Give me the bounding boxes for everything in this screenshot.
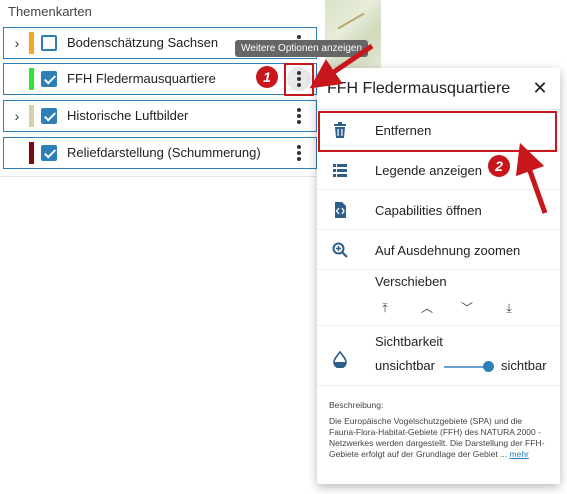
layer-label: Historische Luftbilder — [67, 108, 189, 123]
capabilities-label: Capabilities öffnen — [375, 203, 482, 218]
move-label: Verschieben — [375, 274, 447, 289]
layer-description: Beschreibung: Die Europäische Vogelschut… — [329, 400, 551, 460]
invisible-label: unsichtbar — [375, 358, 435, 373]
zoom-in-icon — [331, 241, 349, 259]
layer-row-relief[interactable]: Reliefdarstellung (Schummerung) — [3, 137, 317, 169]
visibility-label: Sichtbarkeit — [375, 334, 443, 349]
open-capabilities-button[interactable]: Capabilities öffnen — [317, 190, 560, 230]
legend-label: Legende anzeigen — [375, 163, 482, 178]
list-icon — [331, 161, 349, 179]
move-to-bottom-icon[interactable]: ⤓ — [499, 298, 519, 318]
panel-title: Themenkarten — [8, 4, 92, 19]
more-options-tooltip: Weitere Optionen anzeigen — [235, 40, 369, 57]
layer-visibility-checkbox[interactable] — [41, 71, 57, 87]
layer-label: FFH Fledermausquartiere — [67, 71, 216, 86]
layer-visibility-checkbox[interactable] — [41, 108, 57, 124]
visible-label: sichtbar — [501, 358, 547, 373]
zoom-label: Auf Ausdehnung zoomen — [375, 243, 521, 258]
opacity-slider-thumb[interactable] — [483, 361, 494, 372]
zoom-to-extent-button[interactable]: Auf Ausdehnung zoomen — [317, 230, 560, 270]
layer-color-indicator — [29, 105, 34, 127]
description-title: Beschreibung: — [329, 400, 384, 410]
expand-chevron-icon[interactable]: › — [10, 34, 24, 52]
move-section: Verschieben ⤒ ︿ ﹀ ⤓ — [317, 268, 560, 326]
step-badge-2: 2 — [488, 155, 510, 177]
menu-header: FFH Fledermausquartiere ✕ — [317, 68, 560, 110]
highlight-more-options — [284, 63, 314, 96]
more-options-icon[interactable] — [290, 142, 308, 164]
layer-label: Reliefdarstellung (Schummerung) — [67, 145, 261, 160]
layer-color-indicator — [29, 142, 34, 164]
step-badge-1: 1 — [256, 66, 278, 88]
layer-color-indicator — [29, 32, 34, 54]
code-file-icon — [331, 201, 349, 219]
layer-label: Bodenschätzung Sachsen — [67, 35, 219, 50]
move-down-icon[interactable]: ﹀ — [457, 298, 477, 318]
close-icon[interactable]: ✕ — [532, 79, 548, 97]
layer-panel: Themenkarten › Bodenschätzung Sachsen FF… — [0, 0, 326, 177]
move-to-top-icon[interactable]: ⤒ — [375, 298, 395, 318]
opacity-drop-icon — [331, 350, 349, 369]
show-legend-button[interactable]: Legende anzeigen — [317, 150, 560, 190]
visibility-section: Sichtbarkeit unsichtbar sichtbar — [317, 326, 560, 386]
highlight-remove — [318, 111, 557, 152]
layer-visibility-checkbox[interactable] — [41, 145, 57, 161]
more-link[interactable]: mehr — [510, 449, 529, 459]
menu-title: FFH Fledermausquartiere — [327, 80, 511, 97]
layer-row-luftbilder[interactable]: › Historische Luftbilder — [3, 100, 317, 132]
more-options-icon[interactable] — [290, 105, 308, 127]
move-up-icon[interactable]: ︿ — [417, 298, 437, 318]
expand-chevron-icon[interactable]: › — [10, 107, 24, 125]
layer-color-indicator — [29, 68, 34, 90]
layer-visibility-checkbox[interactable] — [41, 35, 57, 51]
